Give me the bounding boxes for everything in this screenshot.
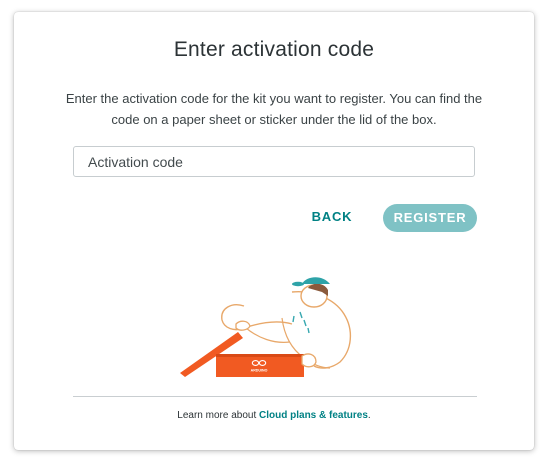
footer-text: Learn more about Cloud plans & features. <box>14 410 534 421</box>
footer-prefix: Learn more about <box>177 410 260 421</box>
activation-dialog: Enter activation code Enter the activati… <box>14 12 534 450</box>
activation-code-input[interactable] <box>73 146 475 177</box>
cloud-plans-link[interactable]: Cloud plans & features <box>259 410 368 421</box>
person-opening-box-illustration: ARDUINO <box>180 277 351 377</box>
footer-suffix: . <box>367 410 371 421</box>
footer-divider <box>73 396 477 397</box>
dialog-title: Enter activation code <box>173 38 375 61</box>
register-button[interactable]: REGISTER <box>383 204 477 232</box>
dialog-description: Enter the activation code for the kit yo… <box>65 91 483 127</box>
box-logo-text: ARDUINO <box>251 369 268 373</box>
back-button[interactable]: BACK <box>306 204 358 230</box>
